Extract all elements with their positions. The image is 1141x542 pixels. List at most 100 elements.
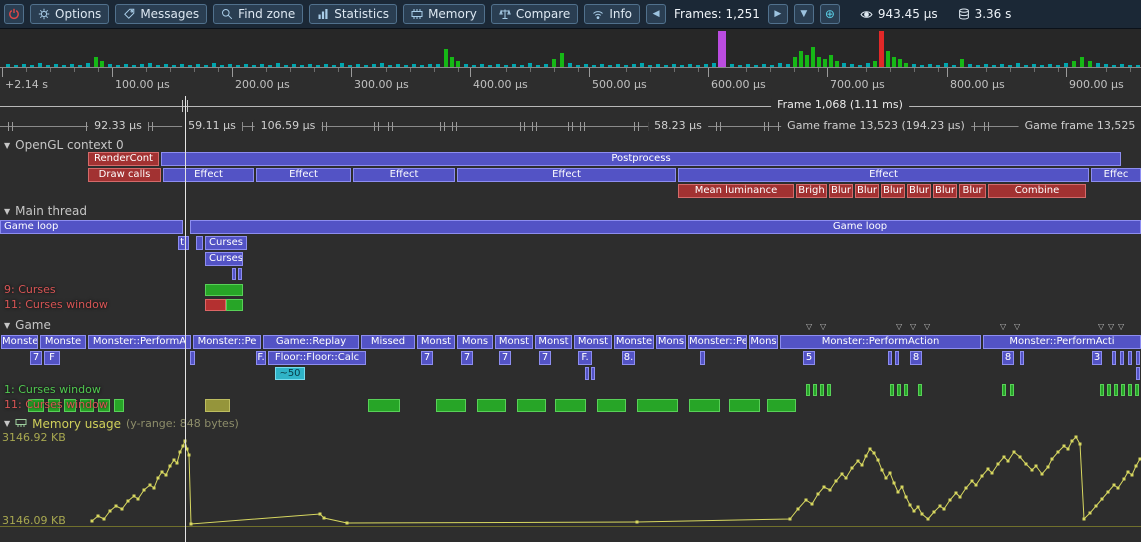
zone-bar[interactable] xyxy=(897,384,901,396)
zone-bar[interactable] xyxy=(806,384,810,396)
zone-bar[interactable] xyxy=(436,399,466,412)
zone-bar[interactable]: Blur xyxy=(959,184,986,198)
zone-bar[interactable] xyxy=(190,220,1141,234)
section-header-opengl[interactable]: ▼OpenGL context 0 xyxy=(4,138,124,152)
message-marker-icon[interactable]: ▽ xyxy=(1014,322,1020,331)
message-marker-icon[interactable]: ▽ xyxy=(896,322,902,331)
zone-bar[interactable]: Monste xyxy=(614,335,654,349)
zone-bar[interactable]: F xyxy=(44,351,60,365)
zone-bar[interactable]: Combine xyxy=(988,184,1086,198)
zone-bar[interactable]: Mons xyxy=(749,335,778,349)
zone-bar[interactable] xyxy=(918,384,922,396)
zone-bar[interactable] xyxy=(205,284,243,296)
zone-bar[interactable] xyxy=(1112,351,1116,365)
zone-bar[interactable]: Curses xyxy=(205,252,243,266)
zone-bar[interactable]: Blur xyxy=(881,184,905,198)
zone-bar[interactable] xyxy=(1128,384,1132,396)
zone-bar[interactable]: Postprocess xyxy=(161,152,1121,166)
zone-bar[interactable]: ti xyxy=(178,236,189,250)
zone-bar[interactable]: 7 xyxy=(421,351,433,365)
zone-bar[interactable]: Mons xyxy=(656,335,686,349)
message-marker-icon[interactable]: ▽ xyxy=(924,322,930,331)
zone-bar[interactable]: 7 xyxy=(461,351,473,365)
zone-bar[interactable]: F. xyxy=(578,351,592,365)
collapse-triangle-icon[interactable]: ▼ xyxy=(4,419,10,428)
message-marker-icon[interactable]: ▽ xyxy=(806,322,812,331)
zone-bar[interactable]: RenderCont xyxy=(88,152,159,166)
collapse-triangle-icon[interactable]: ▼ xyxy=(4,207,10,216)
zone-bar[interactable] xyxy=(1114,384,1118,396)
zone-bar[interactable] xyxy=(190,351,195,365)
zone-bar[interactable]: Monster::PerformActi xyxy=(983,335,1141,349)
zone-bar[interactable] xyxy=(1002,384,1006,396)
zone-bar[interactable] xyxy=(813,384,817,396)
zone-bar[interactable] xyxy=(890,384,894,396)
zone-bar[interactable] xyxy=(1136,351,1140,365)
zone-bar[interactable] xyxy=(895,351,899,365)
zone-bar[interactable]: Draw calls xyxy=(88,168,161,182)
zone-bar[interactable]: 3 xyxy=(1092,351,1102,365)
zone-bar[interactable] xyxy=(904,384,908,396)
zone-bar[interactable]: Monst xyxy=(495,335,533,349)
zone-bar[interactable] xyxy=(597,399,626,412)
zone-bar[interactable]: Game loop xyxy=(0,220,183,234)
zone-bar[interactable] xyxy=(1135,384,1139,396)
zone-bar[interactable]: 8. xyxy=(622,351,635,365)
zone-bar[interactable]: Game::Replay xyxy=(263,335,359,349)
section-header-memory[interactable]: ▼Memory usage(y-range: 848 bytes) xyxy=(4,416,239,431)
zone-bar[interactable]: Blur xyxy=(907,184,931,198)
zone-bar[interactable]: Curses xyxy=(205,236,247,250)
message-marker-icon[interactable]: ▽ xyxy=(910,322,916,331)
zone-bar[interactable] xyxy=(700,351,705,365)
zone-bar[interactable]: Mons xyxy=(457,335,493,349)
zone-bar[interactable] xyxy=(238,268,242,280)
zone-bar[interactable] xyxy=(368,399,400,412)
zone-bar[interactable] xyxy=(232,268,236,280)
zone-bar[interactable] xyxy=(1010,384,1014,396)
zone-bar[interactable] xyxy=(477,399,506,412)
zone-bar[interactable] xyxy=(517,399,546,412)
zone-bar[interactable] xyxy=(205,399,230,412)
collapse-triangle-icon[interactable]: ▼ xyxy=(4,321,10,330)
zone-bar[interactable] xyxy=(1107,384,1111,396)
message-marker-icon[interactable]: ▽ xyxy=(1000,322,1006,331)
zone-bar[interactable]: Brigh xyxy=(796,184,827,198)
zone-bar[interactable] xyxy=(888,351,892,365)
zone-bar[interactable]: Effect xyxy=(256,168,351,182)
zone-bar[interactable]: Blur xyxy=(829,184,853,198)
zone-bar[interactable]: F. xyxy=(256,351,266,365)
section-header-game[interactable]: ▼Game xyxy=(4,318,51,332)
zone-bar[interactable]: Monst xyxy=(574,335,612,349)
zone-bar[interactable]: Monster::PerformA xyxy=(88,335,191,349)
zone-bar[interactable] xyxy=(637,399,678,412)
message-marker-icon[interactable]: ▽ xyxy=(820,322,826,331)
section-header-main-thread[interactable]: ▼Main thread xyxy=(4,204,87,218)
zone-bar[interactable] xyxy=(729,399,760,412)
zone-bar[interactable] xyxy=(591,367,595,380)
zone-bar[interactable]: Effect xyxy=(353,168,455,182)
zone-bar[interactable]: Monster::PerformAction xyxy=(780,335,981,349)
zone-bar[interactable]: Effect xyxy=(457,168,676,182)
zone-bar[interactable] xyxy=(1121,384,1125,396)
zone-bar[interactable] xyxy=(196,236,203,250)
zone-bar[interactable] xyxy=(1020,351,1024,365)
zone-bar[interactable] xyxy=(226,299,243,311)
zone-bar[interactable]: Blur xyxy=(855,184,879,198)
zone-bar[interactable]: 7 xyxy=(499,351,511,365)
zone-bar[interactable] xyxy=(1136,367,1140,380)
zone-bar[interactable]: Monste xyxy=(40,335,86,349)
zone-bar[interactable]: Effect xyxy=(678,168,1089,182)
zone-bar[interactable]: Mean luminance xyxy=(678,184,794,198)
zone-bar[interactable] xyxy=(689,399,720,412)
zone-bar[interactable]: Effect xyxy=(163,168,254,182)
zone-bar[interactable] xyxy=(1100,384,1104,396)
zone-bar[interactable] xyxy=(827,384,831,396)
zone-bar[interactable] xyxy=(555,399,586,412)
zone-bar[interactable]: Blur xyxy=(933,184,957,198)
message-marker-icon[interactable]: ▽ xyxy=(1108,322,1114,331)
zone-bar[interactable] xyxy=(1120,351,1124,365)
zone-bar[interactable]: Monst xyxy=(417,335,455,349)
zone-bar[interactable]: Monst xyxy=(535,335,572,349)
zone-bar[interactable]: 8 xyxy=(910,351,922,365)
zone-bar[interactable]: Monster::Pe xyxy=(688,335,747,349)
